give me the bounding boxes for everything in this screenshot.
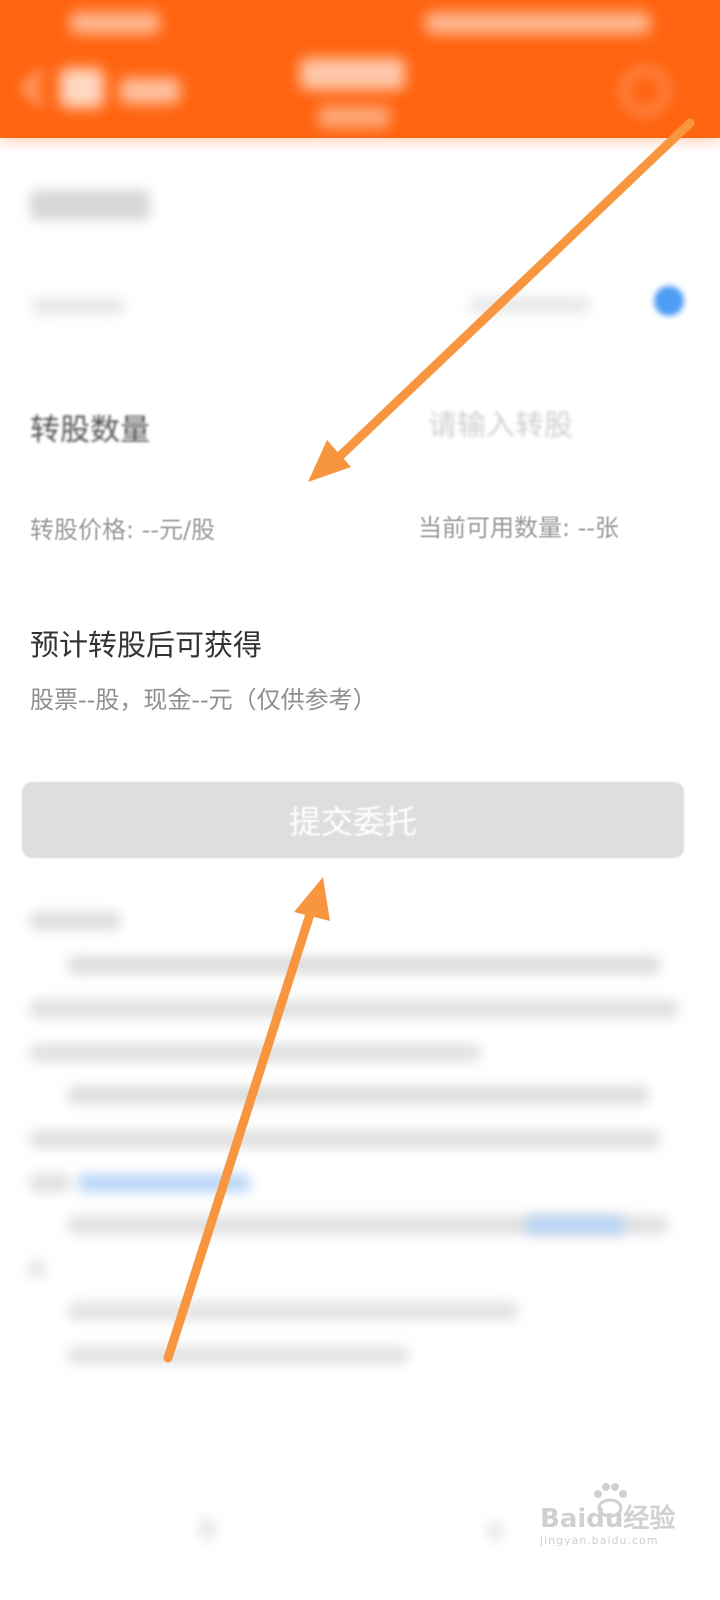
watermark-url: jingyan.baidu.com	[540, 1534, 659, 1547]
arrow-to-quantity	[333, 118, 695, 463]
watermark-brand: Baidu经验	[540, 1504, 676, 1534]
arrow-head-submit-icon	[294, 877, 330, 921]
annotation-arrows	[163, 118, 695, 1363]
baidu-watermark: Baidu经验 jingyan.baidu.com	[540, 1483, 680, 1550]
arrow-to-submit	[163, 900, 318, 1363]
